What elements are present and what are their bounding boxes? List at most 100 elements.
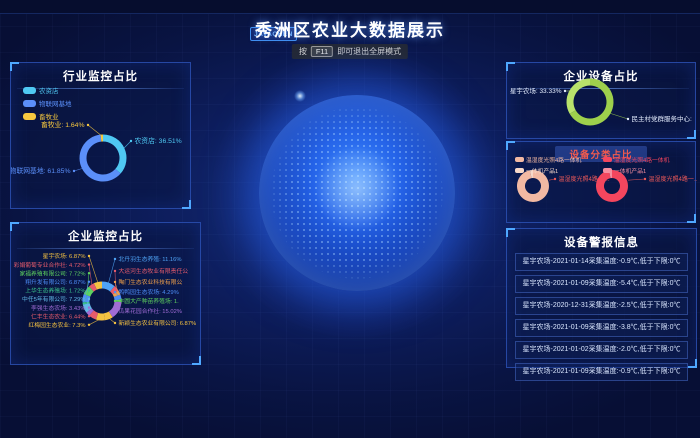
label-dot	[88, 315, 90, 317]
label-dot	[88, 263, 90, 265]
legend-swatch-icon	[23, 87, 36, 94]
donut-slice[interactable]	[103, 138, 123, 171]
donut-slice[interactable]	[111, 302, 118, 315]
label-dot	[114, 291, 116, 293]
legend-label: 物联网基地	[39, 98, 72, 108]
label-dot	[130, 140, 132, 142]
slice-label: 北丹羽生态养殖: 11.16%	[119, 255, 182, 263]
panel-enterprise-device: 企业设备占比 星宇农场: 33.33%民主村党群服务中心:	[506, 62, 696, 139]
slice-label: 物联网基地: 61.85%	[11, 166, 71, 175]
label-dot	[87, 124, 89, 126]
slice-label: 红梅园生态农业: 7.3%	[28, 321, 85, 329]
slice-label: 陶门生态农业科技有限公	[119, 278, 183, 286]
label-dot	[564, 90, 566, 92]
label-leader	[89, 319, 101, 325]
donut-slice[interactable]	[102, 285, 112, 289]
slice-label: 彩娟葡萄专业合作社: 4.72%	[14, 261, 86, 269]
slice-label: 翔升发有限公司: 6.87%	[25, 278, 85, 286]
alert-row: 星宇农场-2021-01-09采集温度:-3.8℃,低于下限:0℃	[515, 319, 688, 337]
donut-slice[interactable]	[92, 313, 98, 316]
label-dot	[114, 281, 116, 283]
label-dot	[88, 324, 90, 326]
label-dot	[114, 270, 116, 272]
globe-spark	[294, 90, 306, 102]
label-leader	[115, 271, 116, 289]
enterprise-donut-chart[interactable]: 星宇农场: 6.87%彩娟葡萄专业合作社: 4.72%家福养殖有限公司: 7.7…	[11, 223, 202, 366]
donut-slice[interactable]	[97, 316, 104, 317]
legend-item[interactable]: 温湿度光照4路一体机	[515, 155, 581, 164]
legend-item[interactable]: 农资店	[23, 85, 72, 95]
label-leader	[609, 113, 628, 119]
slice-label: 大运河生态牧业有限责任公	[119, 267, 189, 275]
panel-industry-monitor: 行业监控占比 农资店: 36.51%物联网基地: 61.85%畜牧业: 1.64…	[10, 62, 191, 209]
legend-device-left: 温湿度光照4路一体机一体机产品1	[515, 155, 581, 177]
legend-item[interactable]: 一体机产品1	[603, 166, 669, 175]
legend-item[interactable]: 畜牧业	[23, 111, 72, 121]
label-leader	[88, 125, 102, 136]
label-dot	[88, 281, 90, 283]
label-dot	[88, 255, 90, 257]
globe	[259, 95, 455, 291]
alert-row: 星宇农场-2021-01-09采集温度:-0.9℃,低于下限:0℃	[515, 363, 688, 381]
legend-swatch-icon	[23, 113, 36, 120]
slice-label: 丰圆大产种苗养殖场: 1.	[119, 297, 180, 305]
alert-row: 星宇农场-2020-12-31采集温度:-2.5℃,低于下限:0℃	[515, 297, 688, 315]
alert-row: 星宇农场-2021-01-09采集温度:-5.4℃,低于下限:0℃	[515, 275, 688, 293]
label-leader	[89, 256, 98, 283]
legend-swatch-icon	[515, 157, 524, 162]
label-dot	[644, 178, 646, 180]
slice-label: 鸭鸭园生态农场: 4.29%	[119, 288, 179, 296]
label-dot	[114, 300, 116, 302]
donut-slice[interactable]	[89, 311, 91, 314]
label-dot	[73, 170, 75, 172]
panel-title: 设备警报信息	[507, 229, 696, 250]
donut-slice[interactable]	[570, 82, 590, 112]
panel-device-category: 设备分类占比 温湿度光照4路一…温湿度光照4路一… 温湿度光照4路一体机一体机产…	[506, 141, 696, 223]
slice-label: 上华生态养殖场: 1.72%	[25, 287, 85, 295]
legend-item[interactable]: 物联网基地	[23, 98, 72, 108]
label-leader	[74, 168, 83, 171]
panel-enterprise-monitor: 企业监控占比 星宇农场: 6.87%彩娟葡萄专业合作社: 4.72%家福养殖有限…	[10, 222, 201, 365]
slice-label: 新颖生态农业有限公司: 6.87%	[119, 319, 197, 327]
equipment-donut-chart[interactable]: 星宇农场: 33.33% 民主村党群服务中心:	[507, 63, 697, 140]
legend-swatch-icon	[603, 157, 612, 162]
slice-label: 星宇农场: 6.87%	[43, 252, 86, 260]
legend-swatch-icon	[603, 168, 612, 173]
label-dot	[627, 118, 629, 120]
label-dot	[114, 258, 116, 260]
legend-item[interactable]: 温湿度光照4路一体机	[603, 155, 669, 164]
page-title: 秀洲区农业大数据展示	[0, 16, 700, 41]
legend-label: 农资店	[39, 85, 59, 95]
slice-label: 仁丰生态农业: 6.44%	[31, 312, 85, 320]
donut-slice[interactable]	[95, 285, 102, 286]
donut-slice[interactable]	[91, 286, 95, 289]
dashboard: JAVACHEN 秀洲区农业大数据展示 按 F11 即可退出全屏模式 行业监控占…	[0, 0, 700, 438]
label-dot	[88, 298, 90, 300]
slice-label: 瓜果花园合作社: 15.02%	[119, 307, 182, 315]
legend-industry: 农资店物联网基地畜牧业	[23, 85, 72, 124]
label-dot	[114, 310, 116, 312]
donut-slice[interactable]	[104, 314, 110, 316]
slice-label: 李强生态农场: 3.43%	[31, 304, 85, 312]
label-dot	[88, 306, 90, 308]
alert-list: 星宇农场-2021-01-14采集温度:-0.9℃,低于下限:0℃星宇农场-20…	[515, 253, 688, 385]
panel-device-alerts: 设备警报信息 星宇农场-2021-01-14采集温度:-0.9℃,低于下限:0℃…	[506, 228, 697, 368]
legend-swatch-icon	[515, 168, 524, 173]
label-leader	[108, 318, 115, 323]
legend-label: 温湿度光照4路一体机	[526, 155, 581, 164]
slice-label: 农资店: 36.51%	[135, 136, 182, 145]
slice-label: 民主村党群服务中心:	[632, 114, 693, 123]
alert-row: 星宇农场-2021-01-02采集温度:-2.0℃,低于下限:0℃	[515, 341, 688, 359]
legend-swatch-icon	[23, 100, 36, 107]
label-leader	[628, 179, 645, 180]
top-bar	[0, 0, 700, 14]
legend-label: 畜牧业	[39, 111, 59, 121]
legend-item[interactable]: 一体机产品1	[515, 166, 581, 175]
legend-label: 温湿度光照4路一体机	[614, 155, 669, 164]
label-dot	[114, 322, 116, 324]
tip-prefix: 按	[299, 46, 307, 57]
slice-label: 家福养殖有限公司: 7.72%	[19, 269, 85, 277]
legend-label: 一体机产品1	[526, 166, 558, 175]
label-dot	[88, 272, 90, 274]
slice-label: 星宇农场: 33.33%	[510, 86, 562, 95]
